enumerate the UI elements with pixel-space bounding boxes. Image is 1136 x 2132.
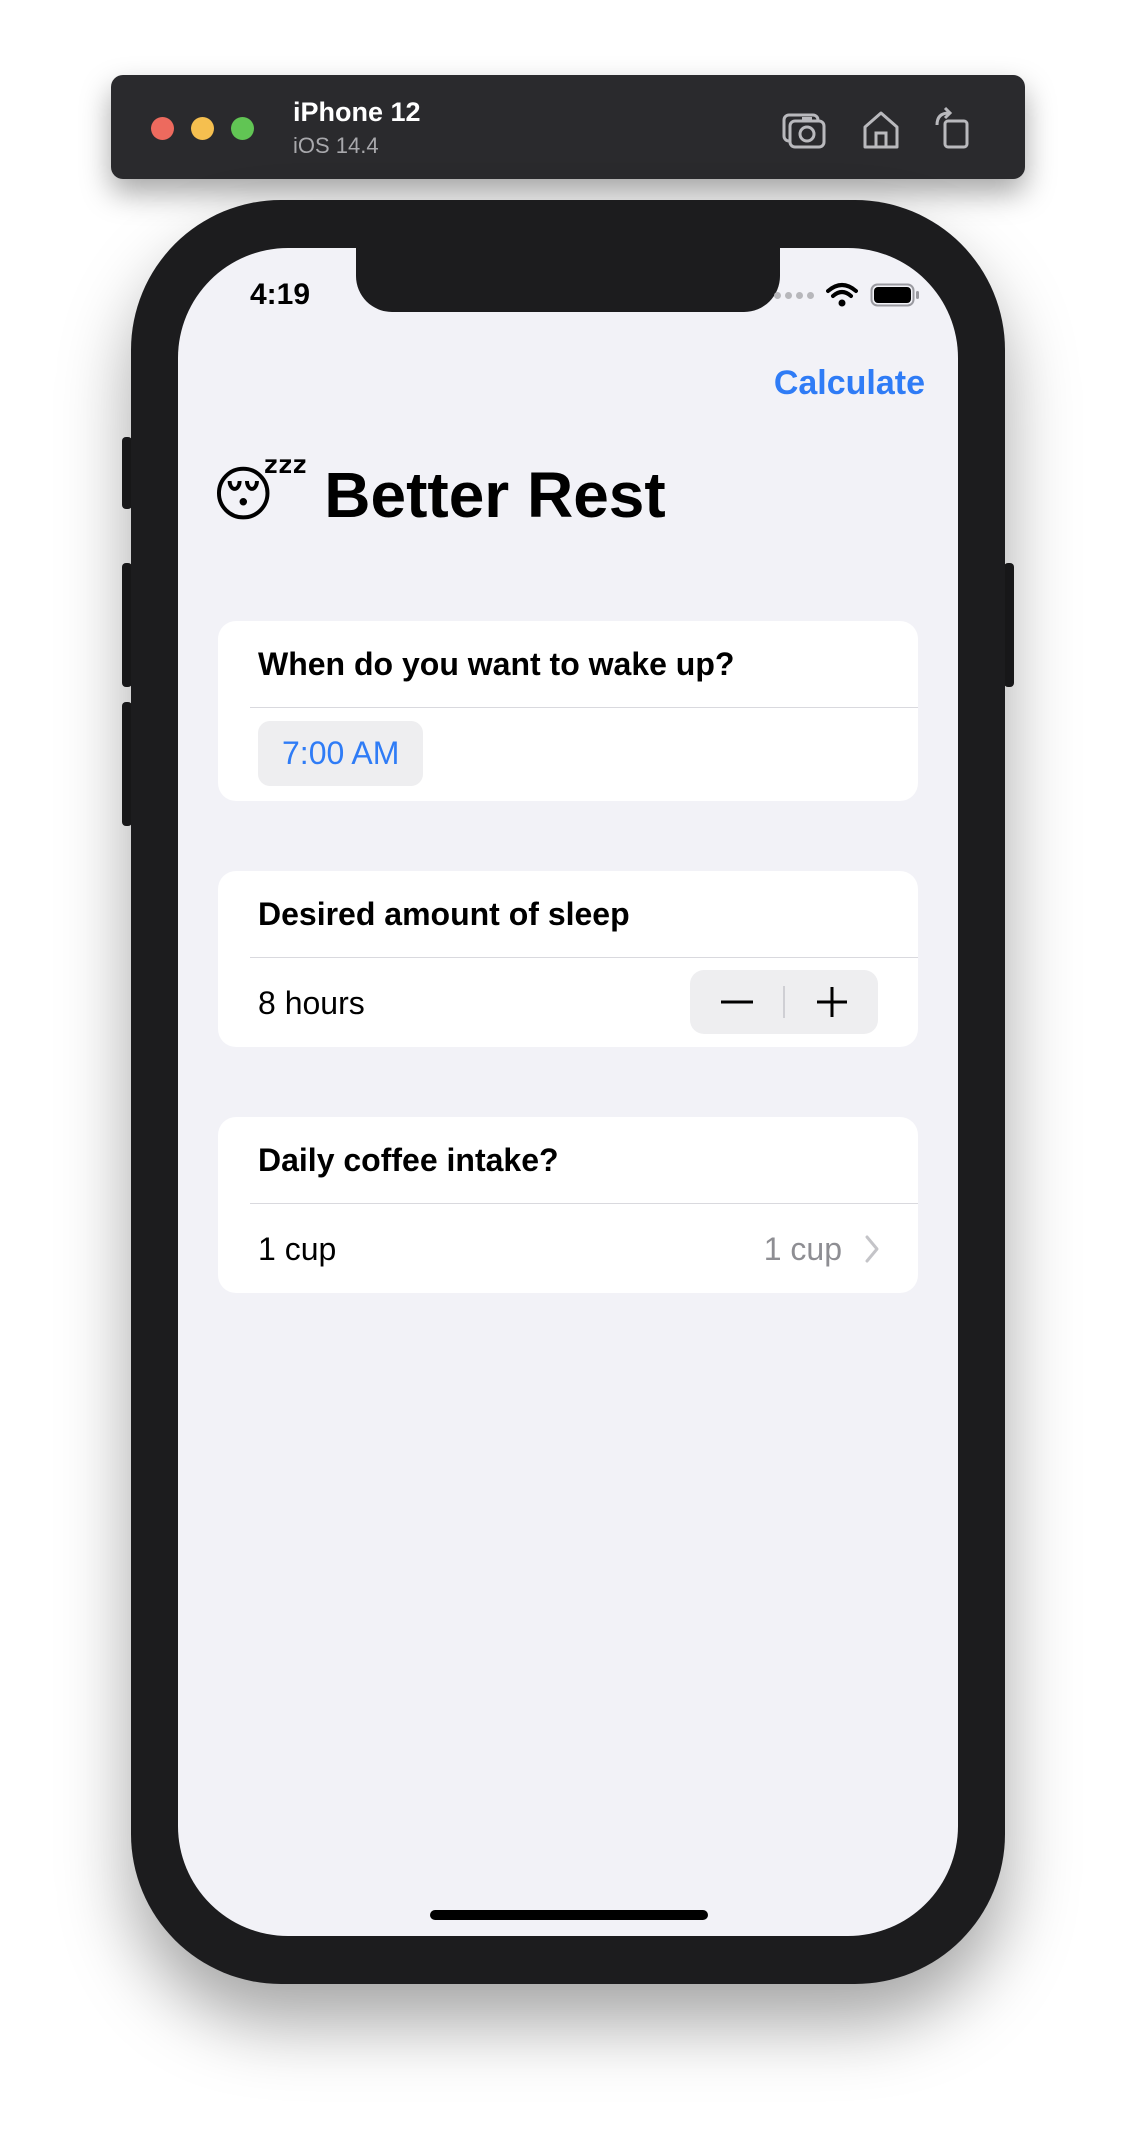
status-icons	[774, 282, 920, 308]
cellular-signal-icon	[774, 291, 814, 299]
wake-time-picker[interactable]: 7:00 AM	[258, 720, 424, 786]
sleep-stepper	[690, 970, 878, 1034]
wake-up-section: When do you want to wake up? 7:00 AM	[218, 621, 918, 801]
coffee-picker-label: 1 cup	[258, 1230, 337, 1267]
minus-icon	[720, 1000, 753, 1004]
sleep-amount-value: 8 hours	[258, 984, 365, 1021]
home-icon[interactable]	[857, 105, 905, 153]
sleep-amount-row: 8 hours	[218, 958, 918, 1047]
increment-button[interactable]	[785, 970, 878, 1034]
wake-up-header: When do you want to wake up?	[258, 645, 735, 682]
rotate-icon[interactable]	[929, 105, 977, 153]
side-button	[1004, 563, 1014, 687]
app-screen: 4:19 Calculate 😴 Better Rest When do you…	[178, 248, 958, 1936]
os-version: iOS 14.4	[293, 133, 379, 158]
coffee-section: Daily coffee intake? 1 cup 1 cup	[218, 1117, 918, 1293]
sleep-amount-section: Desired amount of sleep 8 hours	[218, 871, 918, 1047]
decrement-button[interactable]	[690, 970, 783, 1034]
plus-icon	[816, 987, 847, 1017]
wake-up-row: 7:00 AM	[218, 708, 918, 798]
home-indicator[interactable]	[430, 1910, 708, 1920]
coffee-picker-value: 1 cup	[763, 1230, 842, 1267]
screenshot-icon[interactable]	[780, 105, 828, 153]
sleep-amount-header: Desired amount of sleep	[258, 895, 630, 932]
status-time: 4:19	[250, 278, 311, 311]
minimize-window-button[interactable]	[191, 117, 214, 140]
coffee-picker-row[interactable]: 1 cup 1 cup	[218, 1204, 918, 1293]
sleeping-face-icon: 😴	[212, 461, 309, 528]
simulator-toolbar: iPhone 12 iOS 14.4	[111, 75, 1025, 179]
page-title: 😴 Better Rest	[212, 458, 666, 532]
coffee-header: Daily coffee intake?	[258, 1141, 559, 1178]
page-title-text: Better Rest	[324, 459, 666, 531]
zoom-window-button[interactable]	[231, 117, 254, 140]
battery-icon	[870, 283, 919, 307]
calculate-button[interactable]: Calculate	[774, 364, 925, 403]
device-name: iPhone 12	[293, 97, 421, 127]
wifi-icon	[826, 283, 858, 307]
chevron-right-icon	[865, 1235, 879, 1263]
notch	[356, 248, 780, 312]
close-window-button[interactable]	[151, 117, 174, 140]
